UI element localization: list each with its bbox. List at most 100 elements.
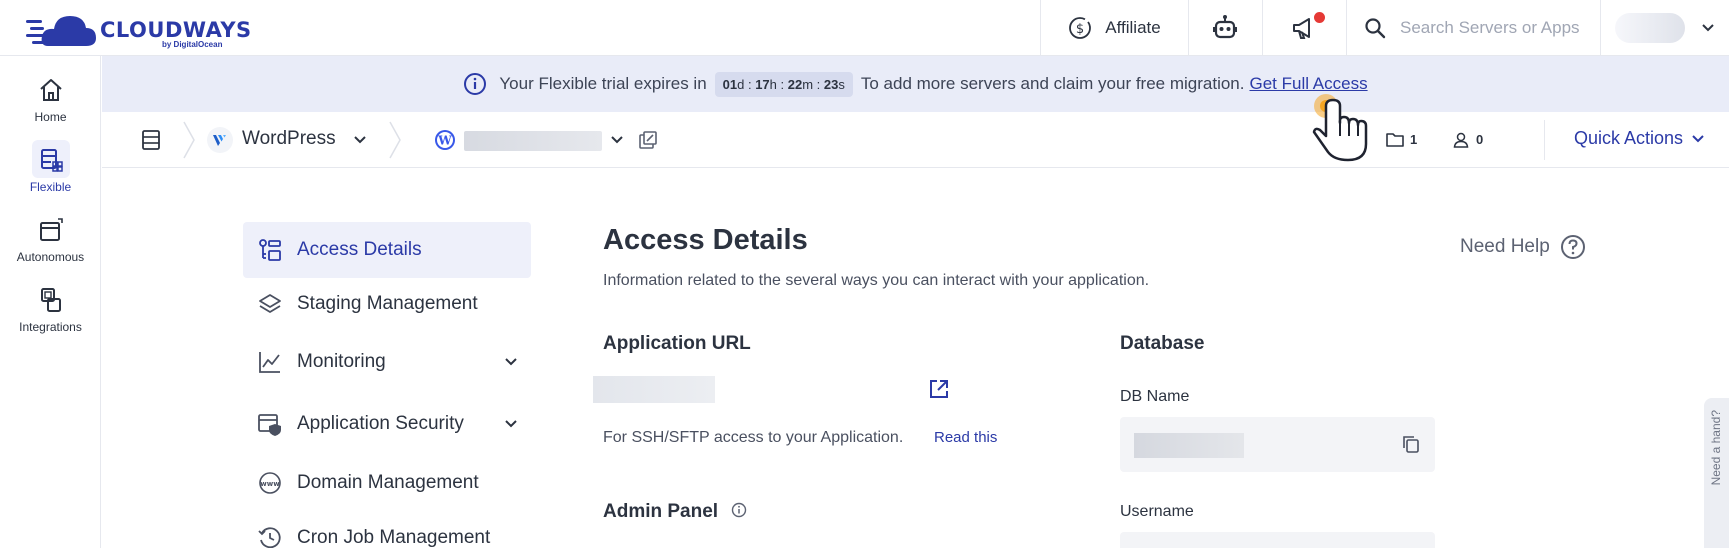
svg-text:www: www — [260, 480, 280, 488]
rail-item-flexible[interactable]: Flexible — [0, 134, 101, 202]
top-header: CLOUDWAYS by DigitalOcean $ Affiliate Se… — [0, 0, 1729, 56]
info-icon — [464, 73, 487, 95]
db-name-value-blurred — [1134, 433, 1244, 458]
nav-item-staging-management[interactable]: Staging Management — [243, 276, 531, 332]
nav-label: Access Details — [297, 239, 422, 260]
nav-label: Domain Management — [297, 472, 479, 493]
page-title: Access Details — [603, 224, 808, 256]
svg-text:W: W — [437, 134, 452, 148]
cloudways-logo[interactable]: CLOUDWAYS by DigitalOcean — [26, 8, 251, 50]
nav-item-domain-management[interactable]: www Domain Management — [243, 455, 531, 511]
notification-dot — [1314, 12, 1325, 23]
affiliate-button[interactable]: $ Affiliate — [1040, 0, 1188, 56]
chevron-down-icon[interactable] — [352, 132, 368, 148]
app-name-blurred — [464, 131, 602, 151]
left-rail: Home Flexible Autonomous Integrations — [0, 56, 101, 548]
hand-pointer-cursor-icon — [1312, 94, 1368, 162]
rail-label: Integrations — [19, 320, 82, 334]
app-subheader: WordPress W 1 0 Quick Actions — [102, 112, 1729, 168]
quick-actions-button[interactable]: Quick Actions — [1574, 128, 1705, 149]
need-a-hand-tab[interactable]: Need a hand? — [1704, 398, 1729, 548]
search-icon — [1365, 18, 1386, 39]
nav-item-application-security[interactable]: Application Security — [243, 396, 531, 452]
rail-item-autonomous[interactable]: Autonomous — [0, 204, 101, 272]
layers-icon — [259, 294, 281, 313]
external-link-icon[interactable] — [928, 378, 950, 400]
need-help-button[interactable]: Need Help — [1460, 234, 1586, 260]
folder-icon — [1386, 133, 1404, 147]
folders-count: 1 — [1410, 132, 1418, 147]
admin-panel-heading: Admin Panel — [603, 501, 719, 522]
shield-icon — [258, 414, 281, 436]
search-placeholder: Search Servers or Apps — [1400, 18, 1580, 37]
trial-suffix: To add more servers and claim your free … — [860, 74, 1245, 93]
chevron-down-icon[interactable] — [610, 133, 624, 147]
breadcrumb-separator-icon — [183, 121, 195, 159]
home-icon — [39, 79, 62, 101]
logo-wordmark: CLOUDWAYS — [100, 18, 252, 42]
vultr-logo-icon — [207, 127, 233, 153]
svg-text:$: $ — [1076, 22, 1084, 37]
countdown-hours: 17 — [755, 76, 770, 92]
search-input[interactable]: Search Servers or Apps — [1346, 0, 1600, 56]
info-icon[interactable] — [731, 502, 747, 518]
affiliate-dollar-icon: $ — [1069, 17, 1092, 39]
need-a-hand-label: Need a hand? — [1709, 410, 1723, 486]
copy-icon[interactable] — [1401, 434, 1421, 454]
read-this-link[interactable]: Read this — [934, 429, 997, 446]
account-menu[interactable] — [1600, 0, 1729, 56]
chevron-down-icon — [505, 358, 517, 366]
rail-item-home[interactable]: Home — [0, 64, 101, 132]
announcements-button[interactable] — [1262, 0, 1346, 56]
external-window-icon[interactable] — [638, 130, 658, 150]
bot-button[interactable] — [1188, 0, 1262, 56]
www-icon: www — [259, 472, 281, 494]
cloud-logo-icon — [26, 16, 96, 46]
rail-label: Flexible — [29, 180, 72, 194]
nav-label: Application Security — [297, 413, 464, 434]
rail-item-integrations[interactable]: Integrations — [0, 274, 101, 342]
username-field[interactable] — [1120, 532, 1435, 548]
nav-label: Cron Job Management — [297, 527, 491, 548]
application-url-heading: Application URL — [603, 333, 751, 354]
get-full-access-link[interactable]: Get Full Access — [1249, 74, 1367, 94]
need-help-label: Need Help — [1460, 236, 1550, 257]
affiliate-label: Affiliate — [1105, 18, 1161, 37]
countdown-seconds: 23 — [823, 76, 839, 92]
robot-icon — [1213, 15, 1237, 39]
quick-actions-label: Quick Actions — [1573, 128, 1683, 148]
ssh-sftp-text: For SSH/SFTP access to your Application. — [603, 429, 904, 446]
chevron-down-icon — [1692, 134, 1704, 142]
rail-label: Home — [34, 110, 67, 124]
list-view-icon[interactable] — [140, 129, 162, 151]
breadcrumb-separator-icon — [389, 121, 401, 159]
chevron-down-icon — [505, 420, 517, 428]
app-type-selector[interactable]: WordPress — [242, 128, 336, 150]
application-url-blurred — [593, 376, 715, 403]
chevron-down-icon — [1701, 24, 1714, 32]
database-heading: Database — [1120, 333, 1205, 354]
history-icon — [258, 527, 281, 548]
countdown-unit: d — [737, 76, 745, 92]
db-name-field[interactable] — [1120, 417, 1435, 472]
countdown-days: 01 — [722, 76, 738, 92]
wordpress-icon: W — [435, 130, 455, 150]
trial-banner: Your Flexible trial expires in 01d : 17h… — [102, 56, 1729, 112]
countdown-unit: h — [769, 76, 777, 92]
nav-item-monitoring[interactable]: Monitoring — [243, 334, 531, 390]
access-details-icon — [259, 239, 281, 261]
username-label: Username — [1120, 503, 1194, 520]
logo-subtitle: by DigitalOcean — [162, 40, 223, 49]
nav-item-cron-job-management[interactable]: Cron Job Management — [243, 510, 531, 548]
user-icon — [1453, 132, 1469, 148]
countdown-unit: s — [838, 76, 845, 92]
rail-label: Autonomous — [16, 250, 85, 264]
flexible-icon — [40, 149, 63, 172]
trial-prefix: Your Flexible trial expires in — [499, 74, 707, 93]
members-count: 0 — [1476, 132, 1484, 147]
trial-countdown: 01d : 17h : 22m : 23s — [714, 71, 853, 97]
nav-item-access-details[interactable]: Access Details — [243, 222, 531, 278]
page-description: Information related to the several ways … — [603, 272, 1150, 289]
avatar — [1614, 13, 1685, 43]
db-name-label: DB Name — [1120, 388, 1190, 405]
